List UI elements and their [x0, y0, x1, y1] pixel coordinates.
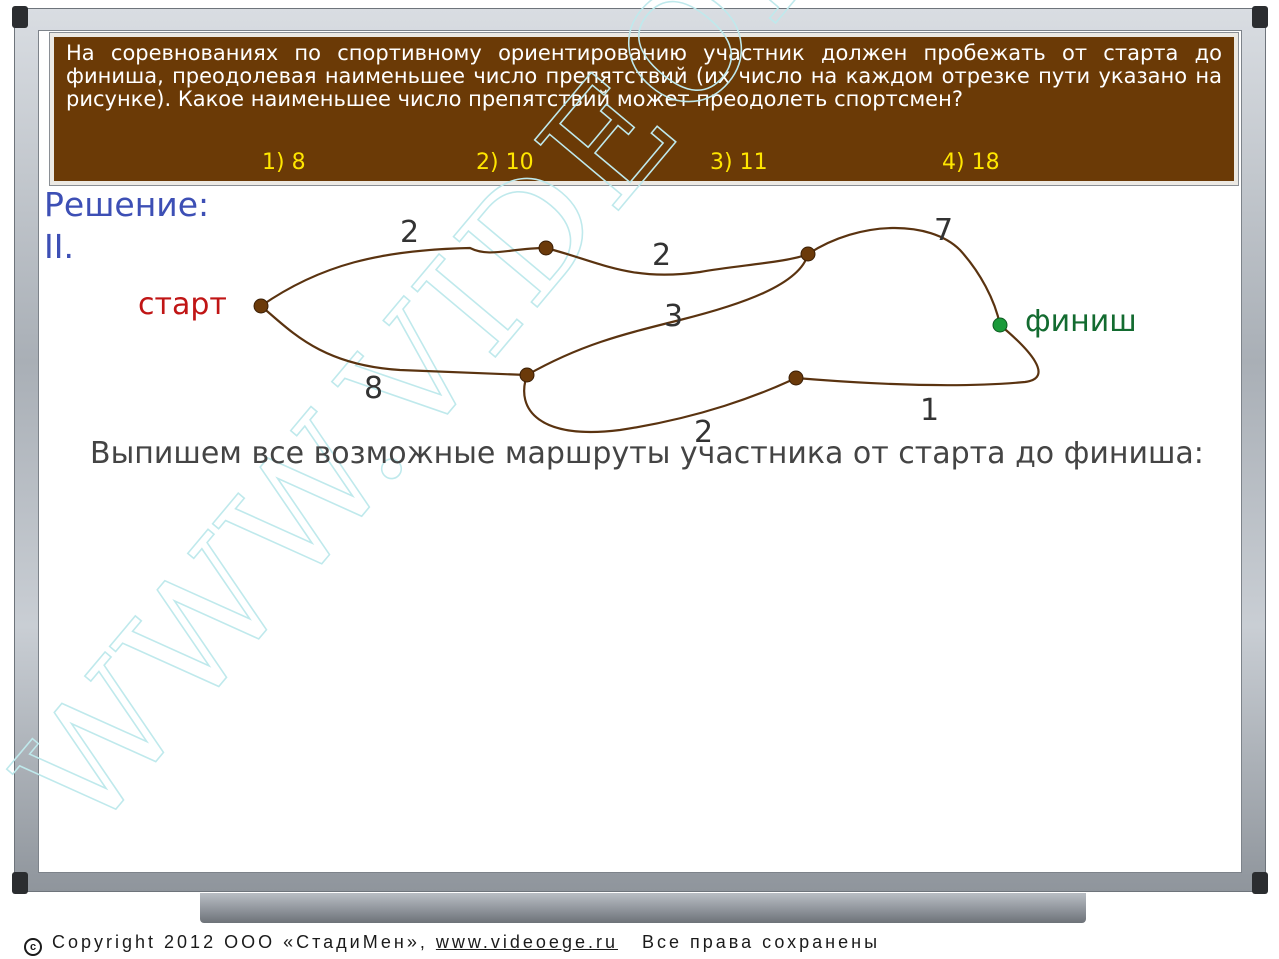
node-top: [538, 240, 554, 256]
edge-middle-bottom: [523, 374, 797, 434]
route-graph: 2 2 7 3 8 2 1 старт финиш: [138, 213, 1137, 450]
footer: c Copyright 2012 ООО «СтадиМен», www.vide…: [24, 932, 880, 956]
edge-bottom-finish: [795, 324, 1040, 387]
weight-right-finish: 7: [934, 213, 953, 248]
node-right: [800, 246, 816, 262]
routes-intro: Выпишем все возможные маршруты участника…: [90, 436, 1204, 471]
weight-bottom-finish: 1: [920, 393, 939, 428]
footer-rights: Все права сохранены: [641, 932, 881, 952]
weight-middle-right: 3: [664, 299, 683, 334]
node-start: [253, 298, 269, 314]
finish-label: финиш: [1025, 304, 1137, 339]
start-label: старт: [138, 287, 227, 322]
edge-start-top: [260, 246, 547, 307]
weight-start-middle: 8: [364, 371, 383, 406]
node-middle: [519, 367, 535, 383]
footer-site-link[interactable]: www.videoege.ru: [436, 932, 618, 952]
footer-copyright: Copyright 2012 ООО «СтадиМен»,: [52, 932, 428, 952]
weight-top-right: 2: [652, 238, 671, 273]
node-bottom: [788, 370, 804, 386]
edge-start-middle: [260, 305, 528, 377]
copyright-icon: c: [24, 938, 42, 956]
edge-right-finish: [807, 226, 1002, 326]
edge-top-right: [545, 246, 809, 276]
node-finish: [992, 317, 1008, 333]
weight-start-top: 2: [400, 215, 419, 250]
